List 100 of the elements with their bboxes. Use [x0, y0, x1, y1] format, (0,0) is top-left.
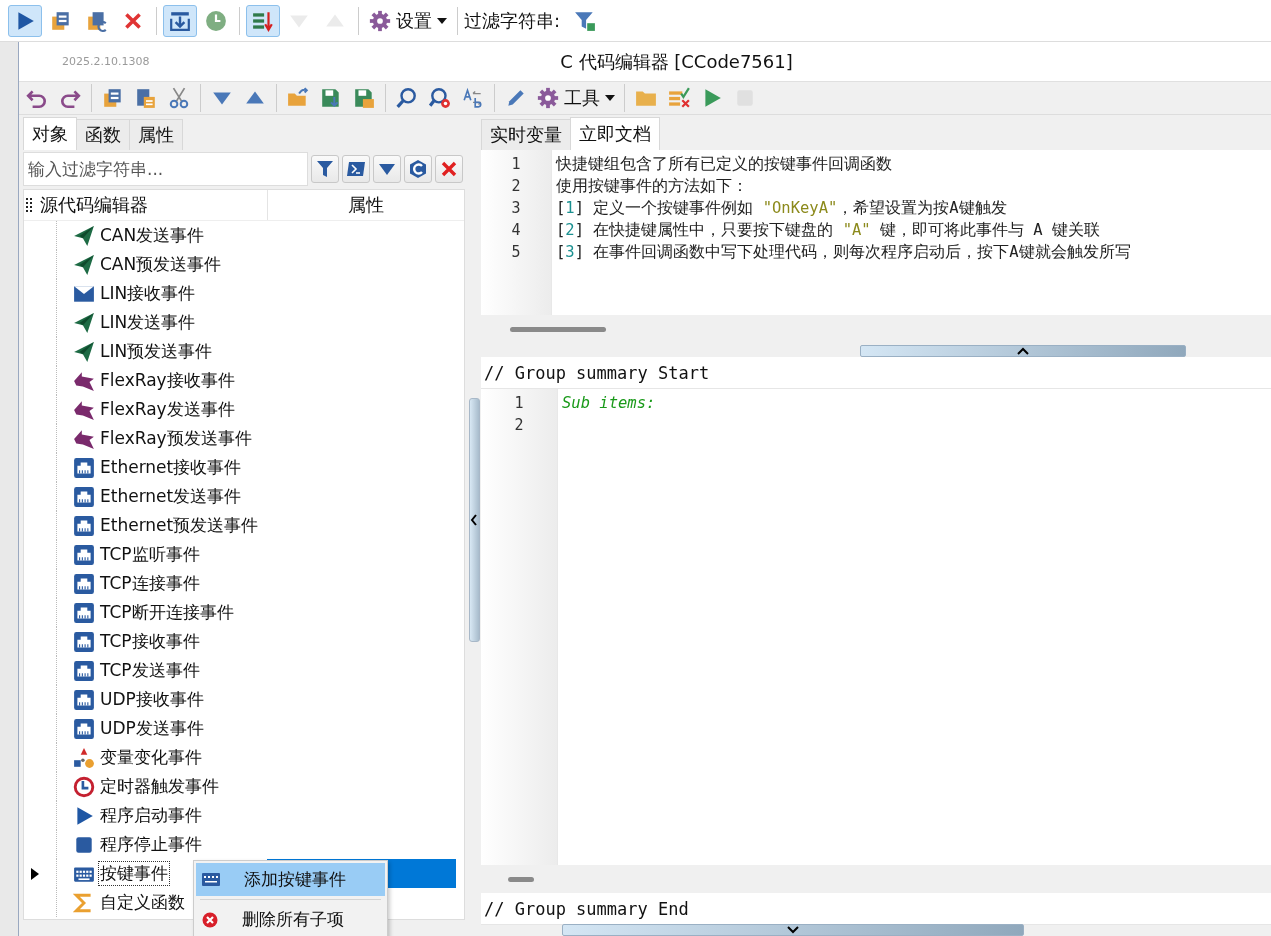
- clock-icon: [73, 775, 95, 798]
- tree-item[interactable]: FlexRay预发送事件: [99, 427, 253, 450]
- paste-icon: [135, 87, 157, 109]
- save-icon: [353, 87, 375, 109]
- checklist-icon: [668, 87, 690, 109]
- tree-item[interactable]: Ethernet发送事件: [99, 485, 243, 508]
- line-number: 4: [510, 220, 522, 241]
- filter-button[interactable]: [311, 155, 339, 183]
- menu-item[interactable]: 删除所有子项: [196, 903, 385, 936]
- terminal-icon: [346, 159, 366, 179]
- window-title: C 代码编辑器 [CCode7561]: [559, 49, 794, 74]
- line-number: 1: [510, 154, 522, 175]
- line-number: 2: [510, 176, 522, 197]
- tree-item[interactable]: 自定义函数: [99, 891, 186, 914]
- gear-icon: [369, 9, 391, 32]
- network-port-icon: [73, 572, 95, 595]
- splitter-handle[interactable]: [468, 398, 480, 642]
- caret-icon: [437, 17, 447, 24]
- search-icon: [429, 87, 451, 109]
- settings-menu[interactable]: 设置: [365, 4, 451, 37]
- tree-item[interactable]: TCP连接事件: [99, 572, 201, 595]
- pencil-icon: [505, 87, 527, 109]
- line-number: 1: [513, 393, 525, 414]
- keyboard-icon: [202, 872, 220, 887]
- tree-item[interactable]: TCP发送事件: [99, 659, 201, 682]
- code-line: [2] 在快捷键属性中，只要按下键盘的 "A" 键，即可将此事件与 A 键关联: [556, 220, 1101, 241]
- sort-button[interactable]: [246, 4, 280, 37]
- line-number: 5: [510, 242, 522, 263]
- splitter-handle[interactable]: [562, 924, 1024, 936]
- code-line: [3] 在事件回调函数中写下处理代码，则每次程序启动后，按下A键就会触发所写: [556, 242, 1132, 263]
- panel-tab[interactable]: 实时变量: [481, 119, 571, 150]
- grip-icon: [26, 198, 34, 212]
- column-header: 属性: [267, 190, 464, 220]
- expand-arrow-icon[interactable]: [30, 866, 40, 881]
- tree-item[interactable]: LIN接收事件: [99, 282, 197, 305]
- shapes-icon: [73, 746, 95, 769]
- menu-item[interactable]: 添加按键事件: [196, 863, 385, 896]
- code-line: 使用按键事件的方法如下：: [556, 176, 749, 197]
- tree-item[interactable]: LIN预发送事件: [99, 340, 214, 363]
- download-icon: [169, 9, 191, 32]
- filter-label: 过滤字符串:: [464, 8, 561, 33]
- gear-icon: [537, 87, 559, 109]
- tree-item[interactable]: TCP断开连接事件: [99, 601, 235, 624]
- funnel-icon: [574, 9, 597, 32]
- tree-item[interactable]: 按键事件: [99, 862, 169, 885]
- scrollbar-thumb[interactable]: [510, 326, 606, 332]
- panel-tab[interactable]: 对象: [23, 117, 77, 150]
- copy-icon: [50, 9, 72, 32]
- panel-tab[interactable]: 立即文档: [570, 117, 660, 150]
- folder-icon: [287, 87, 309, 109]
- funnel-icon: [315, 159, 335, 179]
- tree-item[interactable]: LIN发送事件: [99, 311, 197, 334]
- tree-item[interactable]: FlexRay接收事件: [99, 369, 236, 392]
- terminal-button[interactable]: [342, 155, 370, 183]
- run-button[interactable]: [8, 4, 42, 37]
- collapse-button[interactable]: [373, 155, 401, 183]
- tree-item[interactable]: UDP接收事件: [99, 688, 205, 711]
- panel-tab[interactable]: 属性: [129, 119, 183, 150]
- filter-field[interactable]: 输入过滤字符串...: [23, 152, 308, 186]
- hexagon-button[interactable]: [404, 155, 432, 183]
- scrollbar-thumb[interactable]: [508, 876, 534, 882]
- splitter-handle[interactable]: [860, 345, 1186, 357]
- network-port-icon: [73, 717, 95, 740]
- paper-plane-icon: [73, 224, 95, 247]
- paper-plane-icon: [73, 253, 95, 276]
- tree-item[interactable]: 程序停止事件: [99, 833, 203, 856]
- tree-item[interactable]: CAN预发送事件: [99, 253, 223, 276]
- clear-button[interactable]: [435, 155, 463, 183]
- tree-item[interactable]: FlexRay发送事件: [99, 398, 236, 421]
- paper-plane-icon: [73, 340, 95, 363]
- close-icon: [439, 159, 459, 179]
- tools-menu[interactable]: 工具: [533, 82, 619, 114]
- tree-item[interactable]: 变量变化事件: [99, 746, 203, 769]
- chevron-up-icon: [1017, 347, 1029, 355]
- replace-icon: [462, 87, 484, 109]
- tree-item[interactable]: TCP监听事件: [99, 543, 201, 566]
- tree-item[interactable]: Ethernet接收事件: [99, 456, 243, 479]
- network-port-icon: [73, 514, 95, 537]
- tree-item[interactable]: 定时器触发事件: [99, 775, 220, 798]
- group-end-comment: // Group summary End: [481, 893, 1271, 925]
- download-button[interactable]: [163, 4, 197, 37]
- tree-item[interactable]: Ethernet预发送事件: [99, 514, 260, 537]
- code-line: Sub items:: [562, 393, 657, 414]
- chevron-down-icon: [787, 926, 799, 934]
- column-header: 源代码编辑器: [40, 193, 148, 217]
- chevron-left-icon: [470, 514, 478, 526]
- delete-icon: [202, 911, 218, 928]
- network-port-icon: [73, 485, 95, 508]
- document-icon: [86, 9, 108, 32]
- tree-item[interactable]: 程序启动事件: [99, 804, 203, 827]
- network-port-icon: [73, 601, 95, 624]
- clock-icon: [205, 9, 227, 32]
- tree-item[interactable]: CAN发送事件: [99, 224, 206, 247]
- hexagon-icon: [408, 159, 428, 179]
- filter-input[interactable]: 输入过滤字符串...: [24, 158, 307, 180]
- scissors-icon: [168, 87, 190, 109]
- panel-tab[interactable]: 函数: [76, 119, 130, 150]
- tree-item[interactable]: UDP发送事件: [99, 717, 205, 740]
- search-icon: [396, 87, 418, 109]
- tree-item[interactable]: TCP接收事件: [99, 630, 201, 653]
